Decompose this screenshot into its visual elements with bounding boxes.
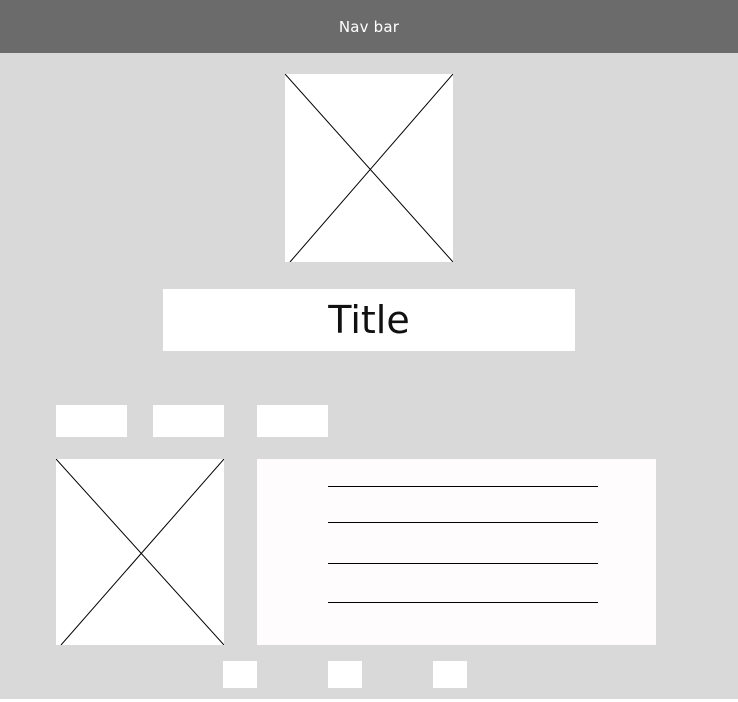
text-line-1 xyxy=(328,486,598,487)
nav-bar-title: Nav bar xyxy=(338,17,400,36)
text-card xyxy=(257,459,656,645)
text-line-2 xyxy=(328,522,598,523)
text-line-3 xyxy=(328,563,598,564)
image-placeholder-icon xyxy=(56,459,224,645)
tab-1[interactable] xyxy=(56,405,127,437)
hero-image xyxy=(285,74,453,262)
tab-2[interactable] xyxy=(153,405,224,437)
text-line-4 xyxy=(328,602,598,603)
nav-bar: Nav bar xyxy=(0,0,738,53)
image-placeholder-icon xyxy=(285,74,453,262)
content-image xyxy=(56,459,224,645)
title-box: Title xyxy=(163,289,575,351)
page-title: Title xyxy=(328,298,410,342)
pagination-button-3[interactable] xyxy=(433,661,467,688)
pagination-button-1[interactable] xyxy=(223,661,257,688)
pagination-button-2[interactable] xyxy=(328,661,362,688)
tab-3[interactable] xyxy=(257,405,328,437)
